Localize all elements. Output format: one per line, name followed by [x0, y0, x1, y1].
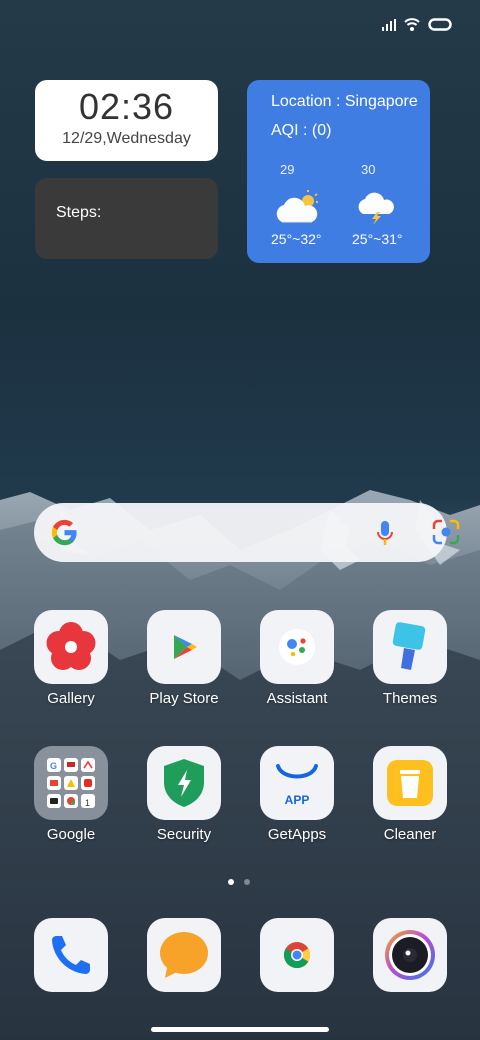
mic-icon[interactable] [376, 520, 394, 546]
assistant-icon [279, 629, 315, 665]
weather-location: Location : Singapore [271, 93, 418, 110]
app-assistant[interactable]: Assistant [247, 610, 347, 707]
gallery-tile [34, 610, 108, 684]
google-folder-tile: G 1 [34, 746, 108, 820]
page-dot [244, 879, 250, 885]
weather-widget[interactable]: Location : Singapore AQI : (0) 29 25°~32… [247, 80, 430, 263]
security-tile [147, 746, 221, 820]
weather-range-1: 25°~32° [271, 231, 322, 247]
themes-icon [392, 622, 426, 670]
app-label: Cleaner [383, 826, 437, 843]
app-themes[interactable]: Themes [360, 610, 460, 707]
lens-icon[interactable] [432, 519, 460, 545]
clock-widget[interactable]: 02:36 12/29,Wednesday [35, 80, 218, 161]
steps-widget[interactable]: Steps: [35, 178, 218, 259]
app-getapps[interactable]: APP GetApps [247, 746, 347, 843]
weather-day-1: 29 [280, 162, 295, 177]
app-label: Themes [382, 690, 438, 707]
getapps-tile: APP [260, 746, 334, 820]
phone-tile [34, 918, 108, 992]
getapps-icon: APP [276, 764, 318, 807]
dock-messages[interactable] [134, 918, 234, 992]
app-label: Gallery [47, 690, 95, 707]
app-google-folder[interactable]: G 1 Google [21, 746, 121, 843]
phone-icon [52, 936, 90, 974]
page-indicator [228, 879, 250, 885]
chrome-icon [283, 942, 311, 969]
battery-icon [428, 18, 452, 31]
play-store-icon [174, 635, 197, 659]
messages-icon [160, 932, 208, 978]
wifi-icon [404, 18, 420, 31]
app-label: Play Store [149, 690, 219, 707]
dock-camera[interactable] [360, 918, 460, 992]
camera-tile [373, 918, 447, 992]
status-bar [382, 18, 452, 31]
weather-range-2: 25°~31° [352, 231, 403, 247]
assistant-tile [260, 610, 334, 684]
chrome-tile [260, 918, 334, 992]
camera-icon [385, 930, 435, 980]
thunderstorm-icon [358, 192, 394, 225]
app-gallery[interactable]: Gallery [21, 610, 121, 707]
home-gesture-bar[interactable] [151, 1027, 329, 1032]
weather-aqi: AQI : (0) [271, 122, 332, 139]
svg-text:G: G [50, 761, 57, 771]
messages-tile [147, 918, 221, 992]
folder-icon: G 1 [47, 758, 95, 808]
cleaner-tile [373, 746, 447, 820]
clock-time: 02:36 [78, 86, 175, 127]
google-icon [51, 519, 77, 546]
app-label: Assistant [266, 690, 328, 707]
page-dot-active [228, 879, 234, 885]
gallery-icon [46, 622, 96, 670]
app-play-store[interactable]: Play Store [134, 610, 234, 707]
play-store-tile [147, 610, 221, 684]
folder-badge: 1 [85, 798, 90, 808]
themes-tile [373, 610, 447, 684]
dock-phone[interactable] [21, 918, 121, 992]
dock-chrome[interactable] [247, 918, 347, 992]
getapps-badge: APP [285, 793, 310, 807]
app-label: GetApps [267, 826, 327, 843]
app-security[interactable]: Security [134, 746, 234, 843]
app-label: Google [46, 826, 96, 843]
steps-label: Steps: [56, 204, 102, 221]
google-search-bar[interactable] [34, 503, 460, 562]
security-icon [164, 759, 204, 807]
app-cleaner[interactable]: Cleaner [360, 746, 460, 843]
cleaner-icon [387, 760, 433, 806]
partly-cloudy-icon [276, 190, 318, 223]
app-label: Security [156, 826, 212, 843]
weather-day-2: 30 [361, 162, 376, 177]
signal-icon [382, 18, 396, 31]
clock-date: 12/29,Wednesday [62, 130, 191, 147]
